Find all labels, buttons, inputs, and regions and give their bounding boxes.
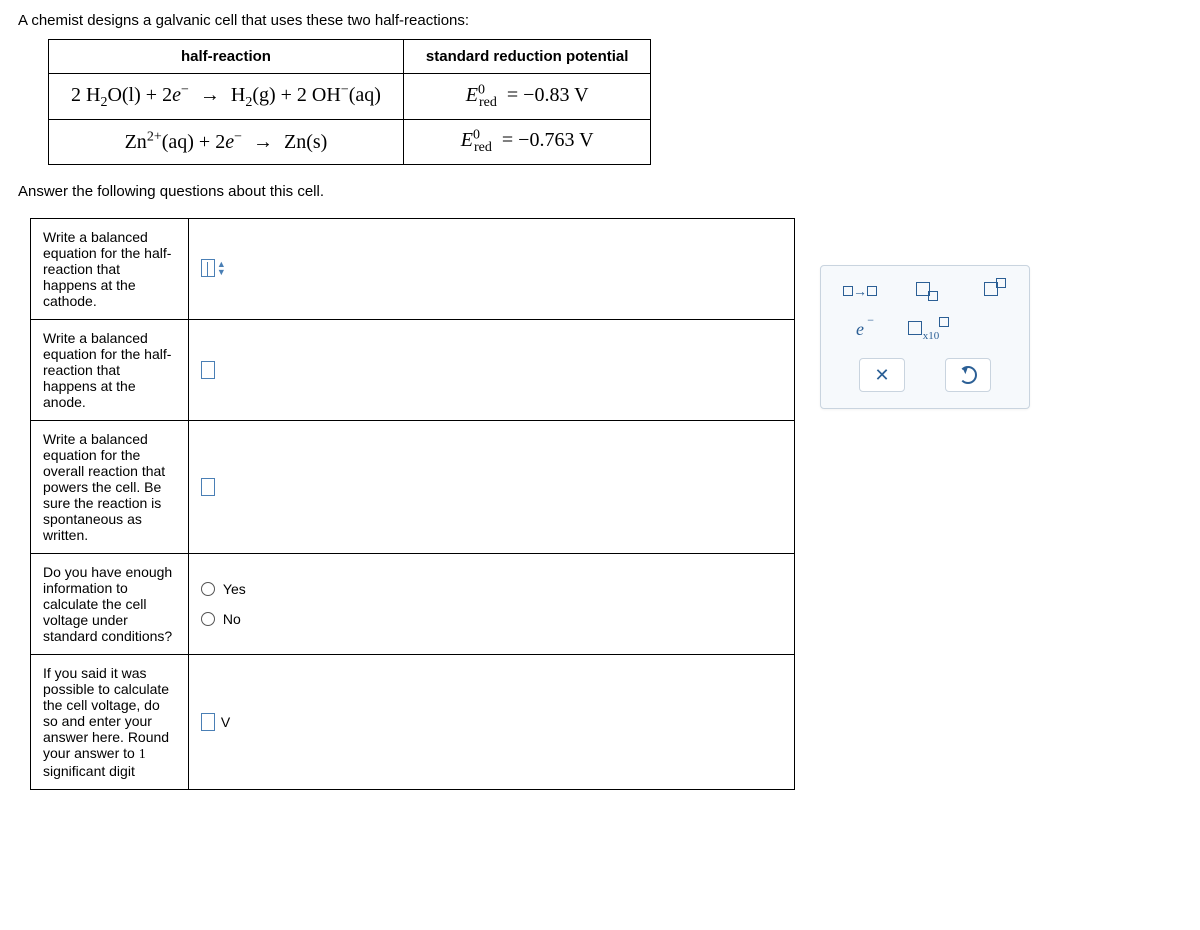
half-reaction-table: half-reaction standard reduction potenti…: [48, 39, 651, 165]
q1-prompt: Write a balanced equation for the half-r…: [31, 219, 189, 320]
palette-sci-notation-btn[interactable]: x10: [907, 319, 949, 340]
col-header-potential: standard reduction potential: [403, 40, 651, 74]
voltage-input[interactable]: [201, 713, 215, 731]
potential-1: E0red = −0.83 V: [403, 74, 651, 120]
equation-input[interactable]: [201, 259, 215, 277]
equation-input[interactable]: [201, 361, 215, 379]
col-header-reaction: half-reaction: [49, 40, 404, 74]
q1-input-cell[interactable]: ▲▼: [188, 219, 794, 320]
palette-superscript-btn[interactable]: [975, 280, 1017, 301]
palette-clear-btn[interactable]: ✕: [859, 358, 905, 392]
reset-icon: [959, 366, 977, 384]
palette-reset-btn[interactable]: [945, 358, 991, 392]
close-icon: ✕: [874, 365, 889, 386]
intro-text: A chemist designs a galvanic cell that u…: [18, 12, 1182, 29]
radio-icon[interactable]: [201, 582, 215, 596]
radio-yes-label: Yes: [223, 581, 246, 597]
q3-prompt: Write a balanced equation for the overal…: [31, 421, 189, 554]
stepper-icon[interactable]: ▲▼: [217, 260, 226, 276]
radio-no[interactable]: No: [201, 611, 782, 627]
radio-no-label: No: [223, 611, 241, 627]
q2-prompt: Write a balanced equation for the half-r…: [31, 320, 189, 421]
potential-2: E0red = −0.763 V: [403, 119, 651, 165]
palette-subscript-btn[interactable]: [907, 280, 949, 301]
question-prompt: Answer the following questions about thi…: [18, 183, 1182, 200]
reaction-2: Zn2+(aq) + 2e− → Zn(s): [49, 119, 404, 165]
radio-icon[interactable]: [201, 612, 215, 626]
q5-prompt: If you said it was possible to calculate…: [31, 655, 189, 790]
q2-input-cell[interactable]: [188, 320, 794, 421]
q5-input-cell[interactable]: V: [188, 655, 794, 790]
q3-input-cell[interactable]: [188, 421, 794, 554]
palette-electron-btn[interactable]: e: [839, 319, 881, 340]
palette-yields-btn[interactable]: →: [839, 280, 881, 301]
answer-table: Write a balanced equation for the half-r…: [30, 218, 795, 790]
equation-input[interactable]: [201, 478, 215, 496]
symbol-palette: → e x10 ✕: [820, 265, 1030, 409]
radio-yes[interactable]: Yes: [201, 581, 782, 597]
q4-prompt: Do you have enough information to calcul…: [31, 554, 189, 655]
voltage-unit: V: [221, 714, 230, 730]
q4-input-cell: Yes No: [188, 554, 794, 655]
reaction-1: 2 H2O(l) + 2e− → H2(g) + 2 OH−(aq): [49, 74, 404, 120]
